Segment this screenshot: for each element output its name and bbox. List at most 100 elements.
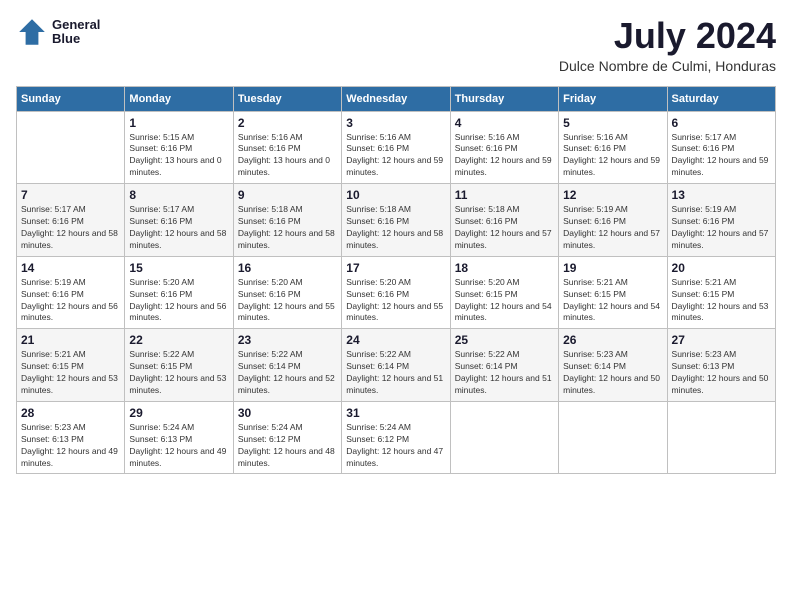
week-row-2: 7 Sunrise: 5:17 AMSunset: 6:16 PMDaylight…: [17, 184, 776, 257]
day-info: Sunrise: 5:22 AMSunset: 6:14 PMDaylight:…: [238, 349, 337, 397]
day-number: 6: [672, 116, 771, 130]
calendar-cell: 13Sunrise: 5:19 AMSunset: 6:16 PMDayligh…: [667, 184, 775, 257]
logo: General Blue: [16, 16, 100, 48]
logo-line1: General: [52, 18, 100, 32]
weekday-header-wednesday: Wednesday: [342, 86, 450, 111]
weekday-header-sunday: Sunday: [17, 86, 125, 111]
calendar-cell: 7 Sunrise: 5:17 AMSunset: 6:16 PMDaylight…: [17, 184, 125, 257]
calendar-cell: 24 Sunrise: 5:22 AMSunset: 6:14 PMDayligh…: [342, 329, 450, 402]
calendar-cell: 21 Sunrise: 5:21 AMSunset: 6:15 PMDayligh…: [17, 329, 125, 402]
calendar-cell: 26 Sunrise: 5:23 AMSunset: 6:14 PMDayligh…: [559, 329, 667, 402]
day-number: 5: [563, 116, 662, 130]
day-number: 24: [346, 333, 445, 347]
week-row-4: 21 Sunrise: 5:21 AMSunset: 6:15 PMDayligh…: [17, 329, 776, 402]
day-number: 15: [129, 261, 228, 275]
page-header: General Blue July 2024 Dulce Nombre de C…: [16, 16, 776, 74]
day-info: Sunrise: 5:20 AMSunset: 6:16 PMDaylight:…: [346, 277, 445, 325]
weekday-header-tuesday: Tuesday: [233, 86, 341, 111]
day-info: Sunrise: 5:17 AMSunset: 6:16 PMDaylight:…: [672, 132, 771, 180]
day-info: Sunrise: 5:19 AMSunset: 6:16 PMDaylight:…: [21, 277, 120, 325]
logo-icon: [16, 16, 48, 48]
day-info: Sunrise: 5:21 AMSunset: 6:15 PMDaylight:…: [563, 277, 662, 325]
day-info: Sunrise: 5:18 AMSunset: 6:16 PMDaylight:…: [346, 204, 445, 252]
calendar-cell: 20Sunrise: 5:21 AMSunset: 6:15 PMDayligh…: [667, 256, 775, 329]
calendar-cell: 25 Sunrise: 5:22 AMSunset: 6:14 PMDayligh…: [450, 329, 558, 402]
day-info: Sunrise: 5:24 AMSunset: 6:12 PMDaylight:…: [346, 422, 445, 470]
calendar-cell: 5 Sunrise: 5:16 AMSunset: 6:16 PMDaylight…: [559, 111, 667, 184]
day-number: 18: [455, 261, 554, 275]
day-number: 20: [672, 261, 771, 275]
calendar-cell: 27Sunrise: 5:23 AMSunset: 6:13 PMDayligh…: [667, 329, 775, 402]
day-number: 3: [346, 116, 445, 130]
day-info: Sunrise: 5:22 AMSunset: 6:14 PMDaylight:…: [346, 349, 445, 397]
logo-line2: Blue: [52, 32, 100, 46]
day-info: Sunrise: 5:19 AMSunset: 6:16 PMDaylight:…: [563, 204, 662, 252]
day-number: 8: [129, 188, 228, 202]
day-number: 30: [238, 406, 337, 420]
calendar-cell: 18 Sunrise: 5:20 AMSunset: 6:15 PMDayligh…: [450, 256, 558, 329]
day-number: 25: [455, 333, 554, 347]
day-info: Sunrise: 5:20 AMSunset: 6:16 PMDaylight:…: [238, 277, 337, 325]
calendar-cell: [559, 401, 667, 474]
calendar-cell: 19Sunrise: 5:21 AMSunset: 6:15 PMDayligh…: [559, 256, 667, 329]
day-info: Sunrise: 5:21 AMSunset: 6:15 PMDaylight:…: [21, 349, 120, 397]
logo-text: General Blue: [52, 18, 100, 47]
calendar-cell: 10 Sunrise: 5:18 AMSunset: 6:16 PMDayligh…: [342, 184, 450, 257]
day-number: 4: [455, 116, 554, 130]
week-row-3: 14 Sunrise: 5:19 AMSunset: 6:16 PMDayligh…: [17, 256, 776, 329]
weekday-header-monday: Monday: [125, 86, 233, 111]
weekday-header-row: SundayMondayTuesdayWednesdayThursdayFrid…: [17, 86, 776, 111]
calendar-cell: 28 Sunrise: 5:23 AMSunset: 6:13 PMDayligh…: [17, 401, 125, 474]
day-info: Sunrise: 5:24 AMSunset: 6:13 PMDaylight:…: [129, 422, 228, 470]
title-block: July 2024 Dulce Nombre de Culmi, Hondura…: [559, 16, 776, 74]
calendar-table: SundayMondayTuesdayWednesdayThursdayFrid…: [16, 86, 776, 475]
day-number: 9: [238, 188, 337, 202]
calendar-cell: 6 Sunrise: 5:17 AMSunset: 6:16 PMDaylight…: [667, 111, 775, 184]
day-number: 12: [563, 188, 662, 202]
calendar-cell: 17 Sunrise: 5:20 AMSunset: 6:16 PMDayligh…: [342, 256, 450, 329]
calendar-cell: [667, 401, 775, 474]
day-info: Sunrise: 5:22 AMSunset: 6:14 PMDaylight:…: [455, 349, 554, 397]
day-info: Sunrise: 5:18 AMSunset: 6:16 PMDaylight:…: [455, 204, 554, 252]
day-number: 11: [455, 188, 554, 202]
day-number: 7: [21, 188, 120, 202]
calendar-cell: [17, 111, 125, 184]
day-info: Sunrise: 5:17 AMSunset: 6:16 PMDaylight:…: [21, 204, 120, 252]
day-info: Sunrise: 5:16 AMSunset: 6:16 PMDaylight:…: [455, 132, 554, 180]
day-number: 22: [129, 333, 228, 347]
day-info: Sunrise: 5:15 AMSunset: 6:16 PMDaylight:…: [129, 132, 228, 180]
day-info: Sunrise: 5:20 AMSunset: 6:16 PMDaylight:…: [129, 277, 228, 325]
day-info: Sunrise: 5:16 AMSunset: 6:16 PMDaylight:…: [563, 132, 662, 180]
calendar-cell: 3 Sunrise: 5:16 AMSunset: 6:16 PMDaylight…: [342, 111, 450, 184]
day-number: 10: [346, 188, 445, 202]
day-info: Sunrise: 5:18 AMSunset: 6:16 PMDaylight:…: [238, 204, 337, 252]
day-number: 2: [238, 116, 337, 130]
weekday-header-thursday: Thursday: [450, 86, 558, 111]
day-info: Sunrise: 5:20 AMSunset: 6:15 PMDaylight:…: [455, 277, 554, 325]
day-info: Sunrise: 5:16 AMSunset: 6:16 PMDaylight:…: [238, 132, 337, 180]
calendar-cell: 29Sunrise: 5:24 AMSunset: 6:13 PMDayligh…: [125, 401, 233, 474]
calendar-cell: 30 Sunrise: 5:24 AMSunset: 6:12 PMDayligh…: [233, 401, 341, 474]
calendar-cell: 1Sunrise: 5:15 AMSunset: 6:16 PMDaylight…: [125, 111, 233, 184]
day-number: 31: [346, 406, 445, 420]
day-number: 21: [21, 333, 120, 347]
calendar-cell: 14 Sunrise: 5:19 AMSunset: 6:16 PMDayligh…: [17, 256, 125, 329]
day-info: Sunrise: 5:16 AMSunset: 6:16 PMDaylight:…: [346, 132, 445, 180]
calendar-cell: 4 Sunrise: 5:16 AMSunset: 6:16 PMDaylight…: [450, 111, 558, 184]
day-info: Sunrise: 5:19 AMSunset: 6:16 PMDaylight:…: [672, 204, 771, 252]
calendar-cell: 2 Sunrise: 5:16 AMSunset: 6:16 PMDaylight…: [233, 111, 341, 184]
day-number: 28: [21, 406, 120, 420]
weekday-header-friday: Friday: [559, 86, 667, 111]
day-number: 14: [21, 261, 120, 275]
day-info: Sunrise: 5:23 AMSunset: 6:13 PMDaylight:…: [21, 422, 120, 470]
calendar-cell: 16Sunrise: 5:20 AMSunset: 6:16 PMDayligh…: [233, 256, 341, 329]
calendar-cell: 15 Sunrise: 5:20 AMSunset: 6:16 PMDayligh…: [125, 256, 233, 329]
calendar-cell: 22Sunrise: 5:22 AMSunset: 6:15 PMDayligh…: [125, 329, 233, 402]
day-info: Sunrise: 5:23 AMSunset: 6:14 PMDaylight:…: [563, 349, 662, 397]
day-number: 26: [563, 333, 662, 347]
calendar-cell: 9 Sunrise: 5:18 AMSunset: 6:16 PMDaylight…: [233, 184, 341, 257]
day-number: 17: [346, 261, 445, 275]
day-info: Sunrise: 5:24 AMSunset: 6:12 PMDaylight:…: [238, 422, 337, 470]
calendar-cell: 12 Sunrise: 5:19 AMSunset: 6:16 PMDayligh…: [559, 184, 667, 257]
month-title: July 2024: [559, 16, 776, 56]
